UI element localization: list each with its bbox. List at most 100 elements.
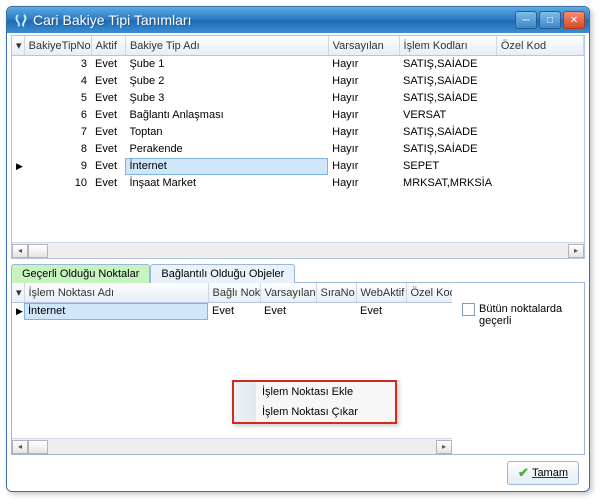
cell[interactable]: 10: [24, 175, 91, 192]
cell[interactable]: SATIŞ,SAİADE: [399, 73, 496, 90]
col-sirano[interactable]: SıraNo: [316, 283, 356, 303]
cell[interactable]: SATIŞ,SAİADE: [399, 90, 496, 107]
cell[interactable]: Evet: [91, 90, 125, 107]
cell[interactable]: [496, 124, 583, 141]
cell[interactable]: 9: [24, 158, 91, 175]
ok-button[interactable]: ✔ Tamam: [507, 461, 579, 485]
cell[interactable]: Bağlantı Anlaşması: [125, 107, 328, 124]
scroll-right-button[interactable]: ▸: [436, 440, 452, 454]
cell[interactable]: Hayır: [328, 56, 399, 73]
titlebar[interactable]: Cari Bakiye Tipi Tanımları ─ □ ✕: [7, 7, 589, 33]
scroll-thumb[interactable]: [28, 440, 48, 454]
cell[interactable]: İnternet: [24, 303, 208, 320]
bottom-grid-corner[interactable]: ▾: [12, 283, 24, 303]
table-row[interactable]: 8EvetPerakendeHayırSATIŞ,SAİADE: [12, 141, 584, 158]
minimize-button[interactable]: ─: [515, 11, 537, 29]
table-row[interactable]: ▶İnternetEvetEvetEvet: [12, 303, 452, 320]
cell[interactable]: 3: [24, 56, 91, 73]
cell[interactable]: Toptan: [125, 124, 328, 141]
cell[interactable]: Evet: [91, 56, 125, 73]
cell[interactable]: İnternet: [125, 158, 328, 175]
bottom-grid[interactable]: ▾ İşlem Noktası Adı Bağlı Nok Varsayılan…: [12, 283, 452, 454]
cell[interactable]: Evet: [91, 141, 125, 158]
cell[interactable]: SEPET: [399, 158, 496, 175]
top-grid-corner[interactable]: ▾: [12, 36, 24, 56]
cell[interactable]: Perakende: [125, 141, 328, 158]
col-aktif[interactable]: Aktif: [91, 36, 125, 56]
scroll-track[interactable]: [48, 244, 568, 258]
cell[interactable]: [496, 73, 583, 90]
cell[interactable]: Evet: [91, 124, 125, 141]
cell[interactable]: Şube 3: [125, 90, 328, 107]
cell[interactable]: [496, 56, 583, 73]
cell[interactable]: Evet: [208, 303, 260, 320]
col-bakiyetipadi[interactable]: Bakiye Tip Adı: [125, 36, 328, 56]
col-islemkodlari[interactable]: İşlem Kodları: [399, 36, 496, 56]
table-row[interactable]: ▶9EvetİnternetHayırSEPET: [12, 158, 584, 175]
cell[interactable]: 4: [24, 73, 91, 90]
cell[interactable]: Hayır: [328, 141, 399, 158]
cell[interactable]: Hayır: [328, 124, 399, 141]
cell[interactable]: MRKSAT,MRKSİA: [399, 175, 496, 192]
scroll-right-button[interactable]: ▸: [568, 244, 584, 258]
bottom-grid-hscroll[interactable]: ◂ ▸: [12, 438, 452, 454]
col-ozelkod[interactable]: Özel Kod: [496, 36, 583, 56]
maximize-button[interactable]: □: [539, 11, 561, 29]
close-button[interactable]: ✕: [563, 11, 585, 29]
cell[interactable]: 7: [24, 124, 91, 141]
cell[interactable]: Evet: [356, 303, 406, 320]
col-islemnoktasiadi[interactable]: İşlem Noktası Adı: [24, 283, 208, 303]
ok-button-label: Tamam: [532, 467, 568, 479]
cell[interactable]: SATIŞ,SAİADE: [399, 124, 496, 141]
cell[interactable]: 8: [24, 141, 91, 158]
cell[interactable]: Evet: [91, 73, 125, 90]
cell[interactable]: Hayır: [328, 175, 399, 192]
col-ozelkod2[interactable]: Özel Kod: [406, 283, 452, 303]
cell[interactable]: [496, 90, 583, 107]
table-row[interactable]: 7EvetToptanHayırSATIŞ,SAİADE: [12, 124, 584, 141]
cell[interactable]: Hayır: [328, 107, 399, 124]
table-row[interactable]: 10Evetİnşaat MarketHayırMRKSAT,MRKSİA: [12, 175, 584, 192]
table-row[interactable]: 6EvetBağlantı AnlaşmasıHayırVERSAT: [12, 107, 584, 124]
cell[interactable]: Şube 1: [125, 56, 328, 73]
table-row[interactable]: 4EvetŞube 2HayırSATIŞ,SAİADE: [12, 73, 584, 90]
cell[interactable]: [406, 303, 452, 320]
scroll-thumb[interactable]: [28, 244, 48, 258]
cell[interactable]: Hayır: [328, 90, 399, 107]
scroll-left-button[interactable]: ◂: [12, 244, 28, 258]
cell[interactable]: Evet: [260, 303, 316, 320]
tab-gecerli-noktalar[interactable]: Geçerli Olduğu Noktalar: [11, 264, 150, 283]
cell[interactable]: 5: [24, 90, 91, 107]
tab-baglantili-objeler[interactable]: Bağlantılı Olduğu Objeler: [150, 264, 295, 283]
cell[interactable]: [496, 175, 583, 192]
cell[interactable]: Şube 2: [125, 73, 328, 90]
cell[interactable]: İnşaat Market: [125, 175, 328, 192]
cell[interactable]: SATIŞ,SAİADE: [399, 56, 496, 73]
scroll-left-button[interactable]: ◂: [12, 440, 28, 454]
col-bakiyetipno[interactable]: BakiyeTipNo: [24, 36, 91, 56]
cell[interactable]: Hayır: [328, 73, 399, 90]
col-varsayilan2[interactable]: Varsayılan: [260, 283, 316, 303]
cell[interactable]: [496, 141, 583, 158]
cell[interactable]: [496, 158, 583, 175]
menu-item-cikar[interactable]: İşlem Noktası Çıkar: [234, 402, 395, 422]
cell[interactable]: Evet: [91, 107, 125, 124]
top-grid[interactable]: ▾ BakiyeTipNo Aktif Bakiye Tip Adı Varsa…: [11, 35, 585, 259]
cell[interactable]: SATIŞ,SAİADE: [399, 141, 496, 158]
col-varsayilan[interactable]: Varsayılan: [328, 36, 399, 56]
cell[interactable]: [496, 107, 583, 124]
top-grid-hscroll[interactable]: ◂ ▸: [12, 242, 584, 258]
table-row[interactable]: 3EvetŞube 1HayırSATIŞ,SAİADE: [12, 56, 584, 73]
table-row[interactable]: 5EvetŞube 3HayırSATIŞ,SAİADE: [12, 90, 584, 107]
cell[interactable]: [316, 303, 356, 320]
cell[interactable]: 6: [24, 107, 91, 124]
checkbox-butun-noktalar[interactable]: [462, 303, 475, 316]
menu-item-ekle[interactable]: İşlem Noktası Ekle: [234, 382, 395, 402]
cell[interactable]: Hayır: [328, 158, 399, 175]
scroll-track[interactable]: [48, 440, 436, 454]
cell[interactable]: Evet: [91, 158, 125, 175]
cell[interactable]: VERSAT: [399, 107, 496, 124]
col-webaktif[interactable]: WebAktif: [356, 283, 406, 303]
col-baglinok[interactable]: Bağlı Nok: [208, 283, 260, 303]
cell[interactable]: Evet: [91, 175, 125, 192]
